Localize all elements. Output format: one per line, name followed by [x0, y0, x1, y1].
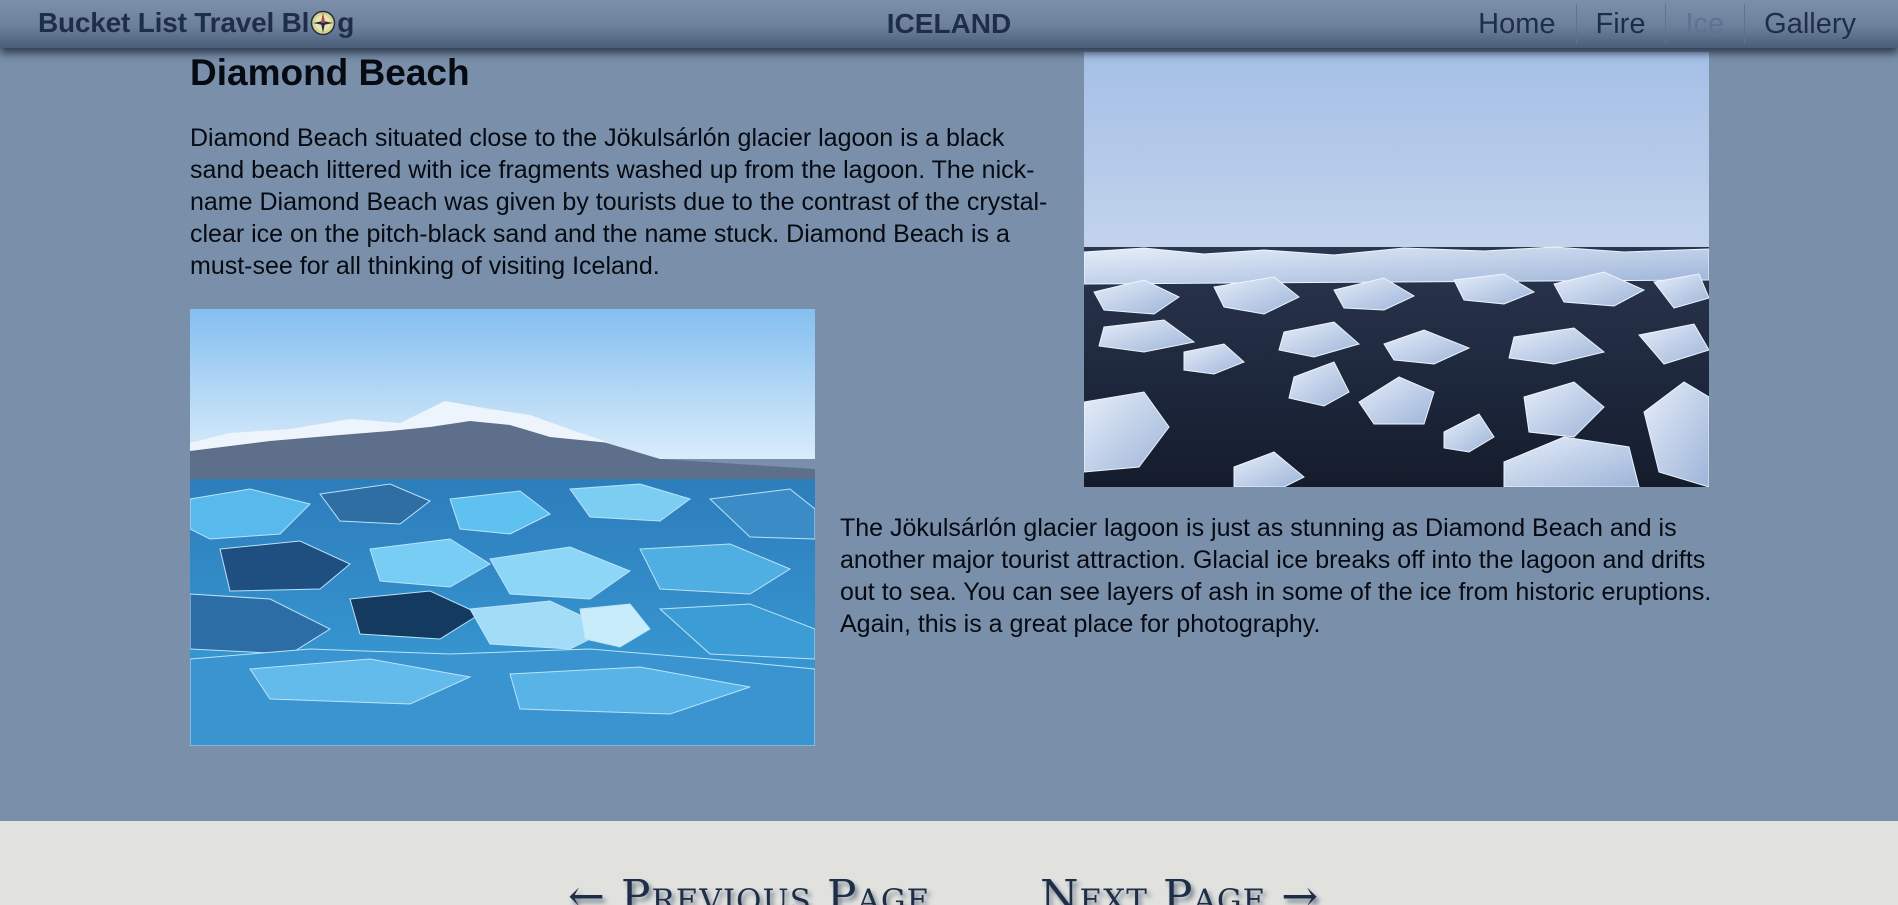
- nav-home-link[interactable]: Home: [1459, 4, 1575, 44]
- compass-icon: [310, 10, 336, 36]
- glacier-lagoon-paragraph: The Jökulsárlón glacier lagoon is just a…: [840, 514, 1712, 638]
- page-title: ICELAND: [886, 8, 1012, 39]
- nav-ice-link[interactable]: Ice: [1665, 4, 1744, 44]
- main-content: Diamond Beach Diamond Beach situated clo…: [0, 0, 1898, 821]
- brand-text-part-1: Bucket List Travel Bl: [38, 7, 310, 38]
- previous-page-link[interactable]: ← Previous Page: [568, 871, 930, 905]
- diamond-beach-photo: [1084, 52, 1709, 487]
- pagination-footer: ← Previous Page Next Page →: [0, 821, 1898, 905]
- nav-gallery-link[interactable]: Gallery: [1744, 4, 1876, 44]
- glacier-lagoon-photo: [190, 309, 815, 746]
- main-nav: Home Fire Ice Gallery: [1459, 4, 1876, 44]
- brand-text-part-2: g: [337, 7, 355, 38]
- site-brand-link[interactable]: Bucket List Travel Bl g: [38, 7, 354, 39]
- nav-fire-link[interactable]: Fire: [1575, 4, 1666, 44]
- next-page-link[interactable]: Next Page →: [1040, 871, 1319, 905]
- section-heading: Diamond Beach: [190, 52, 470, 93]
- diamond-beach-paragraph: Diamond Beach situated close to the Jöku…: [190, 124, 1048, 280]
- top-navigation-bar: Bucket List Travel Bl g ICELAND Home Fire…: [0, 0, 1898, 48]
